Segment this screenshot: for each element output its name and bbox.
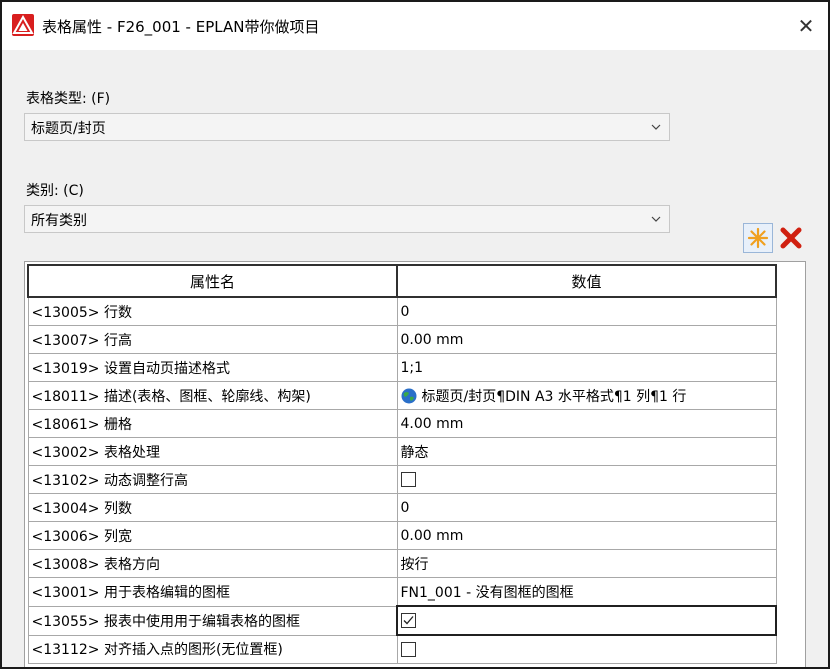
property-value-text: 0.00 mm — [400, 331, 464, 348]
table-row[interactable]: <13005> 行数 0 — [27, 296, 777, 326]
table-row[interactable]: <13055> 报表中使用用于编辑表格的图框 — [27, 605, 777, 636]
table-row[interactable]: <13001> 用于表格编辑的图框 FN1_001 - 没有图框的图框 — [27, 577, 777, 607]
property-value-cell[interactable]: 0.00 mm — [396, 521, 777, 550]
table-row[interactable]: <13004> 列数 0 — [27, 493, 777, 522]
form-type-select[interactable]: 标题页/封页 — [24, 113, 670, 141]
window-title: 表格属性 - F26_001 - EPLAN带你做项目 — [42, 18, 320, 36]
property-value-cell[interactable]: 1;1 — [396, 353, 777, 382]
property-value-cell[interactable]: 0 — [396, 493, 777, 522]
property-value-text: 0 — [400, 303, 410, 320]
property-value-text: 0.00 mm — [400, 527, 464, 544]
category-value: 所有类别 — [31, 213, 87, 229]
property-name-cell: <13007> 行高 — [27, 325, 398, 354]
new-property-button[interactable] — [743, 223, 773, 253]
property-value-text: 按行 — [400, 556, 429, 573]
table-row[interactable]: <13112> 对齐插入点的图形(无位置框) — [27, 634, 777, 664]
chevron-down-icon — [651, 216, 661, 222]
property-name-cell: <13112> 对齐插入点的图形(无位置框) — [27, 634, 398, 664]
table-row[interactable]: <18011> 描述(表格、图框、轮廓线、构架) 标题页/封页¶DIN A3 水平… — [27, 381, 777, 410]
delete-property-button[interactable] — [776, 223, 806, 253]
table-row[interactable]: <13007> 行高 0.00 mm — [27, 325, 777, 354]
checkbox[interactable] — [400, 642, 416, 657]
property-value-text: 1;1 — [400, 359, 424, 376]
form-type-label: 表格类型: (F) — [26, 91, 111, 107]
table-row[interactable]: <13008> 表格方向 按行 — [27, 549, 777, 578]
property-name-cell: <13019> 设置自动页描述格式 — [27, 353, 398, 382]
close-button[interactable]: ✕ — [790, 10, 822, 42]
property-value-cell[interactable]: FN1_001 - 没有图框的图框 — [396, 577, 777, 607]
property-value-cell[interactable] — [396, 465, 777, 494]
property-value-cell[interactable]: 按行 — [396, 549, 777, 578]
table-row[interactable]: <13019> 设置自动页描述格式 1;1 — [27, 353, 777, 382]
property-name-cell: <13102> 动态调整行高 — [27, 465, 398, 494]
property-value-cell[interactable]: 4.00 mm — [396, 409, 777, 438]
property-value-cell[interactable] — [396, 605, 777, 636]
property-value-text: FN1_001 - 没有图框的图框 — [400, 584, 574, 601]
property-name-cell: <13008> 表格方向 — [27, 549, 398, 578]
checkbox-checked[interactable] — [401, 613, 416, 628]
eplan-warning-icon — [12, 14, 34, 36]
category-select[interactable]: 所有类别 — [24, 205, 670, 233]
category-label: 类别: (C) — [26, 183, 84, 199]
property-name-cell: <13004> 列数 — [27, 493, 398, 522]
property-value-text: 标题页/封页¶DIN A3 水平格式¶1 列¶1 行 — [421, 388, 687, 405]
property-name-cell: <13001> 用于表格编辑的图框 — [27, 577, 398, 607]
checkmark-icon — [403, 616, 414, 625]
property-table: 属性名 数值 <13005> 行数 0 <13007> 行高 0.00 mm <1301… — [27, 264, 777, 664]
checkbox[interactable] — [400, 472, 416, 487]
header-row: 属性名 数值 — [27, 264, 777, 298]
property-name-cell: <13006> 列宽 — [27, 521, 398, 550]
property-name-cell: <18061> 栅格 — [27, 409, 398, 438]
property-value-cell[interactable]: 静态 — [396, 437, 777, 466]
property-value-text: 4.00 mm — [400, 415, 464, 432]
form-properties-dialog: 表格属性 - F26_001 - EPLAN带你做项目 ✕ 表格类型: (F) … — [0, 0, 830, 669]
column-header-value[interactable]: 数值 — [396, 264, 777, 298]
column-header-name[interactable]: 属性名 — [27, 264, 398, 298]
property-value-text: 静态 — [400, 444, 429, 461]
property-value-text: 0 — [400, 499, 410, 516]
form-type-value: 标题页/封页 — [31, 121, 106, 137]
table-row[interactable]: <13006> 列宽 0.00 mm — [27, 521, 777, 550]
property-value-cell[interactable]: 0 — [396, 296, 777, 326]
globe-icon — [401, 388, 416, 403]
table-row[interactable]: <13102> 动态调整行高 — [27, 465, 777, 494]
property-name-cell: <13055> 报表中使用用于编辑表格的图框 — [27, 605, 398, 636]
title-bar: 表格属性 - F26_001 - EPLAN带你做项目 ✕ — [2, 2, 828, 50]
chevron-down-icon — [651, 124, 661, 130]
property-value-cell[interactable]: 0.00 mm — [396, 325, 777, 354]
property-value-cell[interactable] — [396, 634, 777, 664]
property-grid: 属性名 数值 <13005> 行数 0 <13007> 行高 0.00 mm <1301… — [24, 261, 806, 667]
property-name-cell: <13005> 行数 — [27, 296, 398, 326]
property-name-cell: <13002> 表格处理 — [27, 437, 398, 466]
red-x-icon — [780, 227, 802, 249]
property-name-cell: <18011> 描述(表格、图框、轮廓线、构架) — [27, 381, 398, 410]
asterisk-icon — [747, 227, 769, 249]
property-value-cell[interactable]: 标题页/封页¶DIN A3 水平格式¶1 列¶1 行 — [396, 381, 777, 410]
table-row[interactable]: <18061> 栅格 4.00 mm — [27, 409, 777, 438]
table-row[interactable]: <13002> 表格处理 静态 — [27, 437, 777, 466]
